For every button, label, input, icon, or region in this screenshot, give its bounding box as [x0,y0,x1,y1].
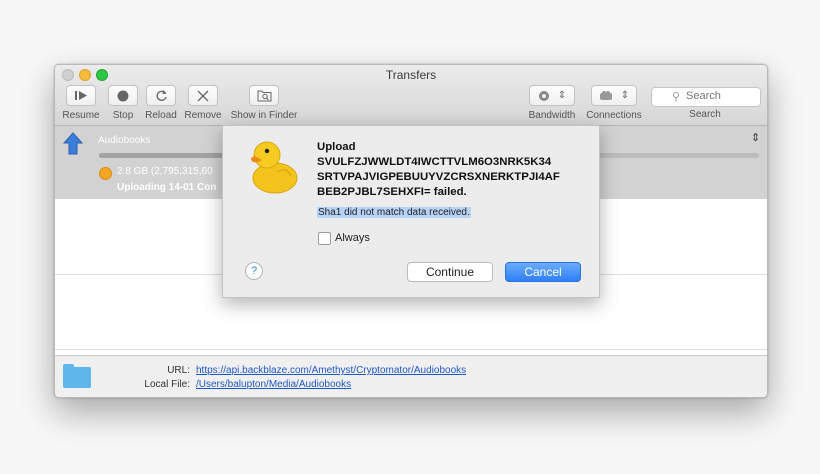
connections-icon: ⇕ [591,85,637,106]
stop-button[interactable]: Stop [107,85,139,121]
url-link[interactable]: https://api.backblaze.com/Amethyst/Crypt… [196,365,466,376]
toolbar: Transfers Resume Stop Reload Remove Show… [55,65,767,126]
reload-button[interactable]: Reload [143,85,179,121]
bandwidth-icon: ⇕ [529,85,575,106]
transfer-name: Audiobooks [98,135,151,146]
remove-icon [188,85,218,106]
show-in-finder-button[interactable]: Show in Finder [229,85,299,121]
resume-icon [66,85,96,106]
chevron-updown-icon: ⇕ [620,90,630,101]
connections-label: Connections [586,110,642,121]
search-label: Search [689,109,721,120]
dialog-title: Upload SVULFZJWWLDT4IWCTTVLM6O3NRK5K34 S… [317,141,560,198]
help-button[interactable]: ? [245,262,263,280]
finder-icon [249,85,279,106]
stop-icon [108,85,138,106]
search-icon: ⚲ [672,91,681,103]
url-label: URL: [167,365,190,376]
connections-popup[interactable]: ⇕ Connections [583,85,645,121]
resume-label: Resume [62,110,100,121]
reload-icon [146,85,176,106]
transfer-status: Uploading 14-01 Con [117,182,217,193]
remove-button[interactable]: Remove [183,85,223,121]
bandwidth-label: Bandwidth [528,110,576,121]
row-divider [55,349,767,350]
chevron-updown-icon[interactable]: ⇕ [751,131,760,144]
transfer-size: 2.8 GB (2,795,315,60 [117,166,213,177]
search-input[interactable] [684,89,758,103]
chevron-updown-icon: ⇕ [557,90,567,101]
reload-label: Reload [145,110,177,121]
remove-label: Remove [184,110,222,121]
stop-label: Stop [112,110,134,121]
bandwidth-popup[interactable]: ⇕ Bandwidth [525,85,579,121]
transfer-details: URL: https://api.backblaze.com/Amethyst/… [55,355,767,397]
show-in-finder-label: Show in Finder [230,110,298,121]
resume-button[interactable]: Resume [60,85,102,121]
window-title: Transfers [385,68,437,82]
local-file-link[interactable]: /Users/balupton/Media/Audiobooks [196,379,351,390]
status-dot-icon [99,167,112,180]
folder-icon [63,364,91,388]
search-field[interactable]: ⚲ [651,87,761,107]
always-checkbox[interactable] [318,232,331,245]
always-label[interactable]: Always [335,232,370,244]
dialog-message: Sha1 did not match data received. [317,207,471,218]
local-file-label: Local File: [144,379,190,390]
cancel-button[interactable]: Cancel [505,262,581,282]
continue-button[interactable]: Continue [407,262,493,282]
upload-arrow-icon [63,132,83,155]
cyberduck-logo-icon [250,141,298,194]
error-dialog: Upload SVULFZJWWLDT4IWCTTVLM6O3NRK5K34 S… [222,125,600,298]
